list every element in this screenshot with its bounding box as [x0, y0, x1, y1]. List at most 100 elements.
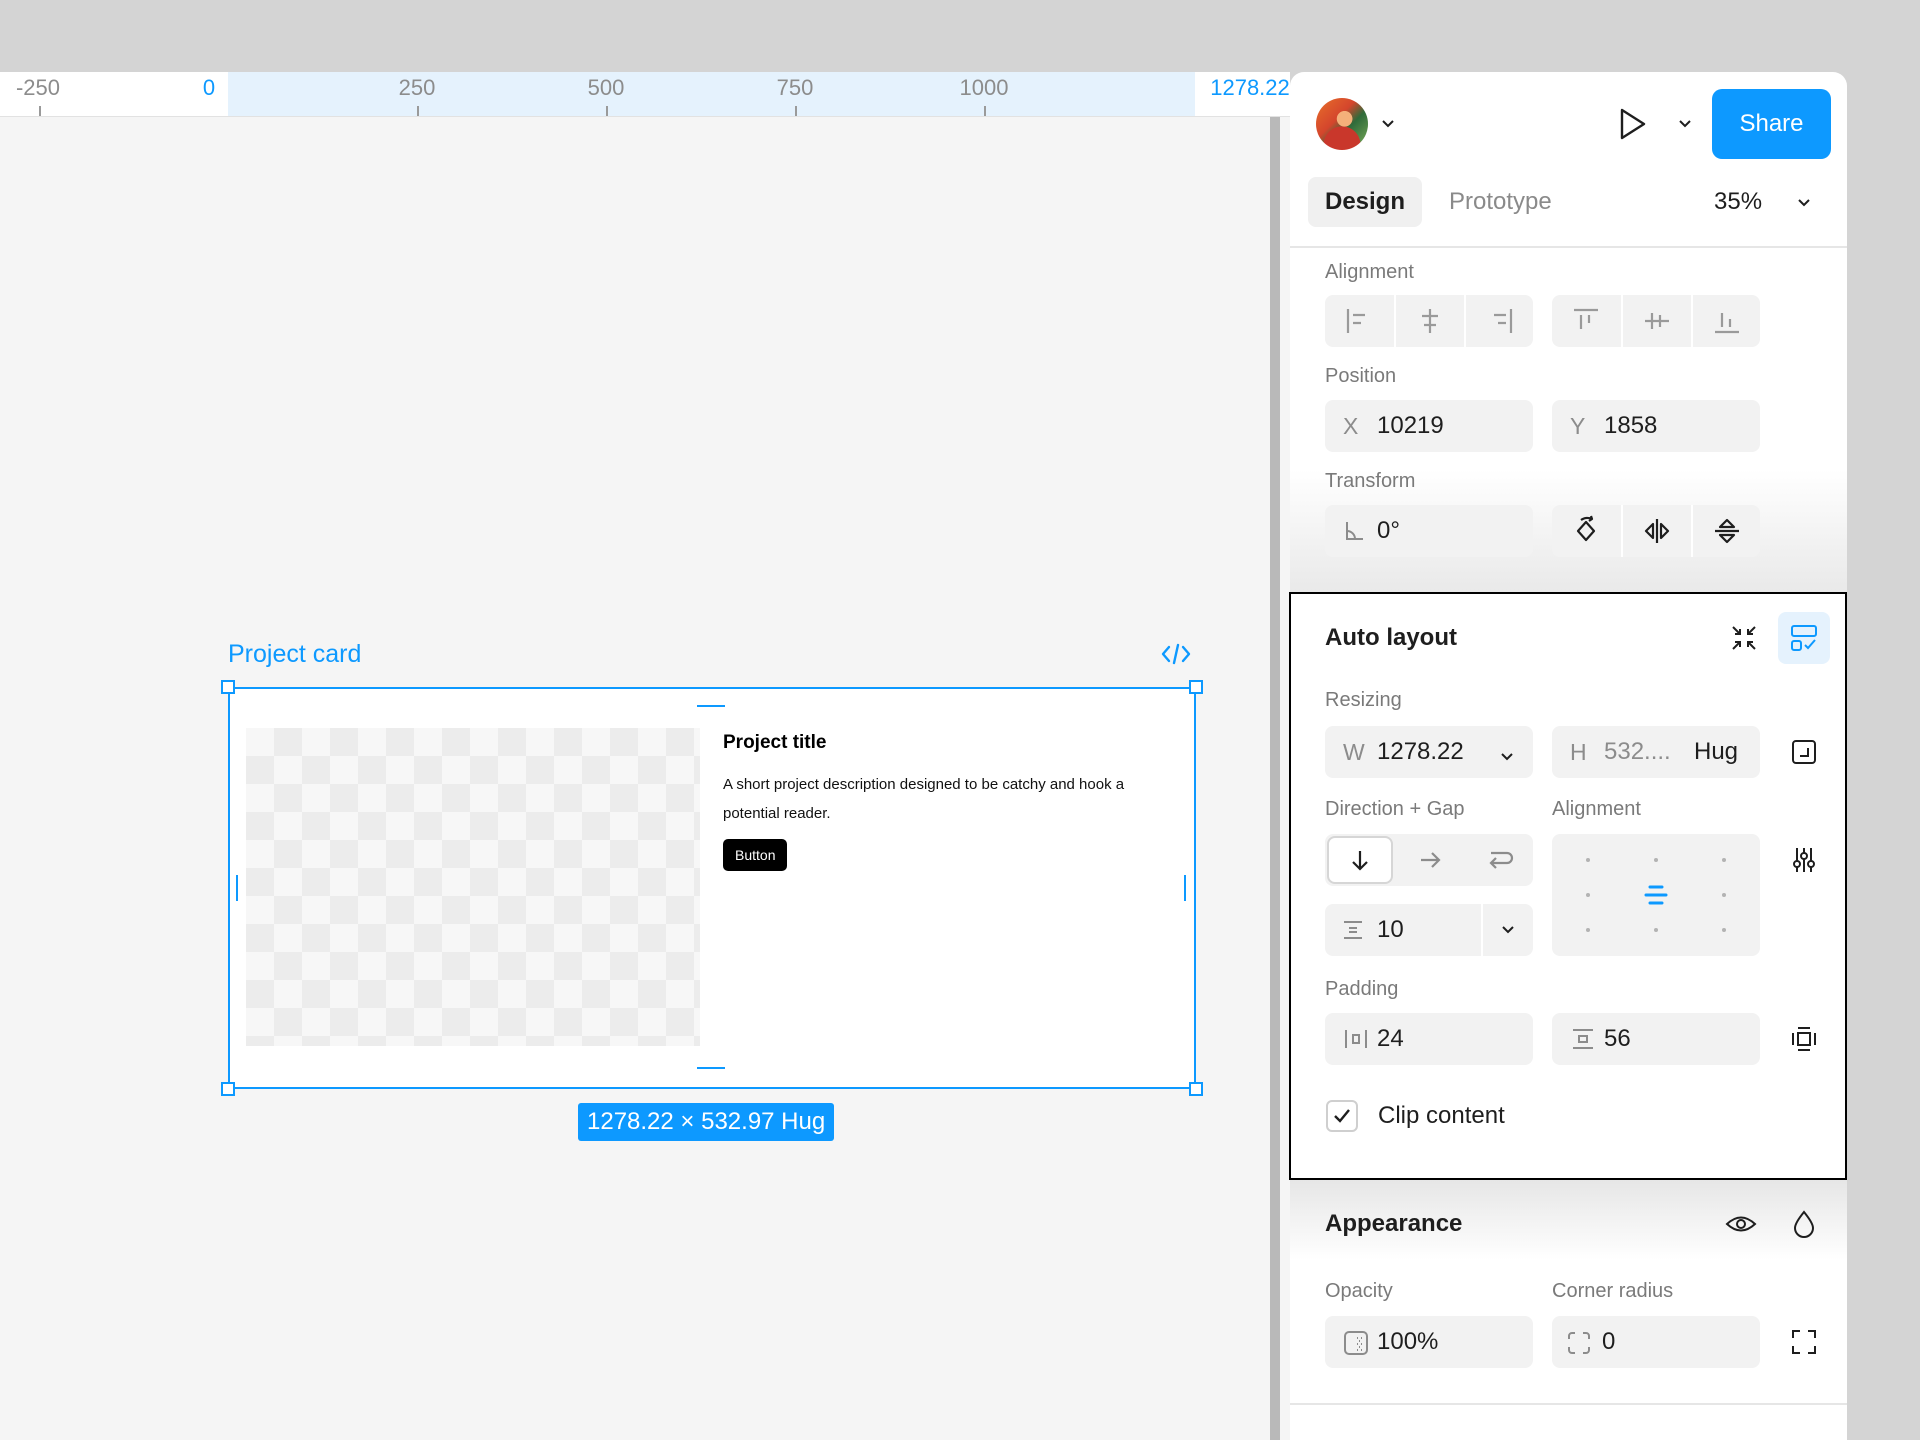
collapse-icon[interactable]: [1718, 612, 1770, 664]
individual-padding-icon[interactable]: [1778, 1013, 1830, 1065]
chevron-down-icon[interactable]: [1380, 116, 1396, 132]
clip-content-label[interactable]: Clip content: [1378, 1102, 1505, 1130]
resizing-label: Resizing: [1325, 689, 1402, 711]
card-description[interactable]: A short project description designed to …: [723, 770, 1173, 828]
ruler-label: 1000: [959, 75, 1009, 100]
resize-handle-top-right[interactable]: [1189, 680, 1203, 694]
size-badge: 1278.22 × 532.97 Hug: [578, 1103, 835, 1141]
align-left-icon[interactable]: [1325, 295, 1393, 347]
card-button[interactable]: Button: [723, 839, 788, 871]
window-margin: [1847, 0, 1920, 1440]
gap-field[interactable]: 10: [1325, 904, 1533, 956]
direction-gap-label: Direction + Gap: [1325, 798, 1465, 820]
corner-radius-field[interactable]: 0: [1552, 1316, 1760, 1368]
layout-alignment-label: Alignment: [1552, 798, 1641, 820]
opacity-value[interactable]: 100%: [1377, 1316, 1438, 1368]
align-top-icon[interactable]: [1552, 295, 1620, 347]
alignment-selected-icon[interactable]: [1643, 883, 1669, 912]
resize-handle-bottom-left[interactable]: [221, 1082, 235, 1096]
rotation-value[interactable]: 0°: [1377, 505, 1400, 557]
y-position-field[interactable]: Y 1858: [1552, 400, 1760, 452]
direction-vertical-icon[interactable]: [1327, 836, 1393, 884]
user-avatar[interactable]: [1316, 98, 1368, 150]
x-position-field[interactable]: X 10219: [1325, 400, 1533, 452]
blend-mode-icon[interactable]: [1778, 1198, 1830, 1250]
ruler-tick: [606, 106, 608, 116]
direction-horizontal-icon[interactable]: [1396, 834, 1464, 886]
ruler-tick: [39, 106, 41, 116]
zoom-level[interactable]: 35%: [1714, 177, 1762, 227]
gap-value[interactable]: 10: [1377, 904, 1404, 956]
frame-name-label[interactable]: Project card: [228, 640, 361, 669]
layout-guide-icon[interactable]: [1778, 612, 1830, 664]
rotate-icon[interactable]: [1552, 505, 1620, 557]
height-field[interactable]: H 532.... Hug: [1552, 726, 1760, 778]
y-prefix: Y: [1570, 413, 1586, 439]
independent-corners-icon[interactable]: [1778, 1316, 1830, 1368]
y-value[interactable]: 1858: [1604, 400, 1657, 452]
height-value[interactable]: 532....: [1604, 726, 1671, 778]
height-mode[interactable]: Hug: [1694, 726, 1738, 778]
flip-vertical-icon[interactable]: [1693, 505, 1760, 557]
ruler-label: 0: [202, 75, 216, 100]
padding-vertical-field[interactable]: 56: [1552, 1013, 1760, 1065]
vertical-alignment-group: [1552, 295, 1760, 347]
eye-icon[interactable]: [1715, 1198, 1767, 1250]
horizontal-alignment-group: [1325, 295, 1533, 347]
play-icon[interactable]: [1614, 104, 1650, 144]
image-placeholder[interactable]: [246, 728, 700, 1046]
chevron-down-icon[interactable]: [1500, 922, 1516, 943]
corner-radius-value[interactable]: 0: [1602, 1316, 1615, 1368]
padding-horizontal-value[interactable]: 24: [1377, 1013, 1404, 1065]
padding-handle-right[interactable]: [1184, 875, 1186, 901]
horizontal-ruler: -250 0 250 500 750 1000 1278.22: [0, 72, 1290, 117]
position-section-label: Position: [1325, 365, 1397, 387]
ruler-label: 750: [776, 75, 814, 100]
rotation-angle-icon: [1343, 519, 1365, 543]
code-icon[interactable]: [1160, 640, 1192, 668]
align-bottom-icon[interactable]: [1693, 295, 1760, 347]
gap-icon: [1341, 918, 1365, 947]
width-field[interactable]: W 1278.22: [1325, 726, 1533, 778]
alignment-grid[interactable]: [1552, 834, 1760, 956]
resize-handle-bottom-right[interactable]: [1189, 1082, 1203, 1096]
w-prefix: W: [1343, 739, 1365, 765]
direction-group: [1325, 834, 1533, 886]
ruler-tick: [984, 106, 986, 116]
divider: [1290, 246, 1847, 248]
clip-content-checkbox[interactable]: [1326, 1100, 1358, 1132]
padding-horizontal-field[interactable]: 24: [1325, 1013, 1533, 1065]
x-value[interactable]: 10219: [1377, 400, 1444, 452]
align-vertical-center-icon[interactable]: [1623, 295, 1691, 347]
padding-label: Padding: [1325, 978, 1399, 1000]
opacity-field[interactable]: 100%: [1325, 1316, 1533, 1368]
resize-to-fit-icon[interactable]: [1778, 726, 1830, 778]
transform-section-label: Transform: [1325, 470, 1416, 492]
width-value[interactable]: 1278.22: [1377, 726, 1464, 778]
divider: [1290, 1403, 1847, 1405]
padding-handle-left[interactable]: [236, 875, 238, 901]
resize-handle-top-left[interactable]: [221, 680, 235, 694]
advanced-settings-icon[interactable]: [1778, 834, 1830, 886]
flip-horizontal-icon[interactable]: [1623, 505, 1691, 557]
appearance-title: Appearance: [1325, 1210, 1463, 1237]
padding-handle-top[interactable]: [697, 705, 725, 707]
ruler-label: -250: [15, 75, 61, 100]
tab-design[interactable]: Design: [1308, 177, 1422, 227]
padding-handle-bottom[interactable]: [697, 1067, 725, 1069]
share-button[interactable]: Share: [1712, 89, 1831, 159]
tab-prototype[interactable]: Prototype: [1449, 177, 1552, 227]
chevron-down-icon[interactable]: [1796, 195, 1812, 211]
x-prefix: X: [1343, 413, 1359, 439]
direction-wrap-icon[interactable]: [1466, 834, 1533, 886]
chevron-down-icon[interactable]: [1677, 116, 1693, 132]
card-title[interactable]: Project title: [723, 732, 826, 754]
align-right-icon[interactable]: [1466, 295, 1533, 347]
canvas-scrollbar[interactable]: [1270, 117, 1280, 1440]
alignment-section-label: Alignment: [1325, 261, 1414, 283]
ruler-label: 500: [587, 75, 625, 100]
padding-vertical-value[interactable]: 56: [1604, 1013, 1631, 1065]
rotation-field[interactable]: 0°: [1325, 505, 1533, 557]
align-horizontal-center-icon[interactable]: [1396, 295, 1464, 347]
chevron-down-icon[interactable]: [1499, 744, 1515, 772]
